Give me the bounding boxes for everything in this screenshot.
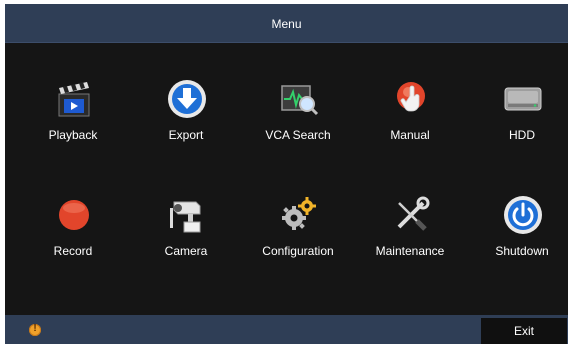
menu-item-hdd[interactable]: HDD <box>466 72 573 182</box>
clapperboard-play-icon <box>58 82 90 117</box>
menu-item-label: Playback <box>48 128 98 142</box>
menu-item-label: Camera <box>164 244 208 258</box>
menu-item-label: Shutdown <box>495 244 549 258</box>
wrench-screwdriver-icon <box>397 196 430 231</box>
menu-item-label: Maintenance <box>375 244 445 258</box>
download-circle-icon <box>168 80 206 118</box>
menu-window: Menu Playback Export VCA Search Manual H… <box>5 4 568 344</box>
security-camera-icon <box>170 201 201 233</box>
menu-item-label: Export <box>168 128 204 142</box>
power-icon <box>504 196 542 234</box>
menu-item-label: Configuration <box>262 244 334 258</box>
menu-item-maintenance[interactable]: Maintenance <box>354 188 466 298</box>
menu-item-label: HDD <box>509 128 535 142</box>
menu-item-manual[interactable]: Manual <box>354 72 466 182</box>
menu-item-label: Manual <box>390 128 430 142</box>
menu-item-playback[interactable]: Playback <box>17 72 129 182</box>
gears-icon <box>282 197 316 230</box>
exit-button[interactable]: Exit <box>481 318 567 344</box>
bottom-bar: ! Exit <box>5 315 568 344</box>
menu-item-label: VCA Search <box>265 128 331 142</box>
waveform-search-icon <box>281 85 319 116</box>
menu-item-record[interactable]: Record <box>17 188 129 298</box>
menu-item-export[interactable]: Export <box>130 72 242 182</box>
menu-item-configuration[interactable]: Configuration <box>242 188 354 298</box>
warning-icon[interactable]: ! <box>29 323 41 336</box>
menu-item-label: Record <box>53 244 93 258</box>
title-bar: Menu <box>5 4 568 43</box>
record-dot-icon <box>59 200 89 230</box>
menu-item-camera[interactable]: Camera <box>130 188 242 298</box>
menu-item-vca-search[interactable]: VCA Search <box>242 72 354 182</box>
menu-item-shutdown[interactable]: Shutdown <box>466 188 573 298</box>
hand-press-button-icon <box>397 82 425 112</box>
window-title: Menu <box>271 17 302 31</box>
warning-glyph: ! <box>33 323 37 334</box>
hard-disk-icon <box>504 87 542 111</box>
